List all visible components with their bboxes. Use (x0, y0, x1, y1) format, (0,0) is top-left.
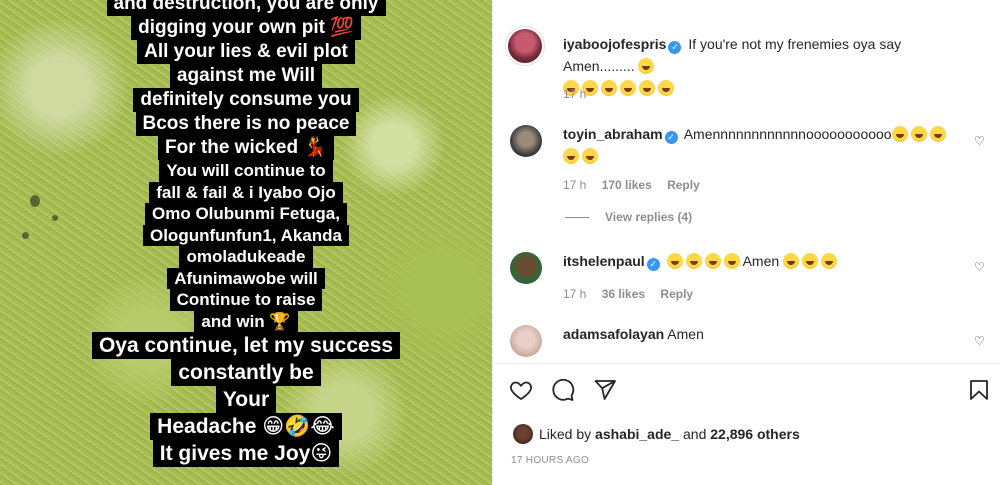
story-image: and destruction, you are only digging you… (0, 0, 492, 485)
story-text-line: It gives me Joy😜 (152, 440, 340, 467)
comment-meta: 17 h 36 likes Reply (563, 287, 705, 301)
grin-emoji (601, 80, 617, 96)
view-replies-button[interactable]: View replies (4) (565, 210, 692, 224)
squint-emoji (658, 80, 674, 96)
comment-text: Amen (667, 326, 704, 342)
story-text-line: Bcos there is no peace (135, 112, 357, 136)
likes-and: and (683, 426, 707, 442)
story-text-line: definitely consume you (133, 88, 359, 112)
like-comment-heart-icon[interactable]: ♡ (974, 135, 986, 147)
story-text-line: omoladukeade (179, 246, 313, 268)
comment-time: 17 h (563, 178, 587, 192)
story-text-line: Oya continue, let my success (91, 332, 401, 359)
comment-username[interactable]: toyin_abraham (563, 126, 663, 142)
comment-username[interactable]: adamsafolayan (563, 326, 664, 342)
comment-username[interactable]: itshelenpaul (563, 253, 645, 269)
author-avatar[interactable] (508, 29, 542, 63)
story-text-line: All your lies & evil plot (137, 40, 355, 64)
laughing-emoji (666, 253, 683, 269)
story-text-line: against me Will (169, 64, 323, 88)
comment-time: 17 h (563, 287, 587, 301)
grin-emoji (620, 80, 636, 96)
story-text-line: Headache 😁🤣😂 (150, 413, 342, 440)
story-text-line: constantly be (171, 359, 321, 386)
like-comment-heart-icon[interactable]: ♡ (974, 261, 986, 273)
heart-icon[interactable] (509, 378, 533, 402)
laughing-emoji (638, 58, 655, 74)
commenter-avatar[interactable] (510, 125, 542, 157)
squint-emoji (639, 80, 655, 96)
section-divider (493, 363, 1000, 364)
caption-timestamp: 17 h (563, 87, 587, 101)
commenter-avatar[interactable] (510, 252, 542, 284)
story-text-line: For the wicked 💃 (158, 136, 334, 160)
verified-icon: ✓ (668, 41, 682, 54)
comment-likes[interactable]: 36 likes (602, 287, 645, 301)
comment-icon[interactable] (551, 378, 575, 402)
comment-text: Amen (742, 253, 780, 269)
liker-avatar[interactable] (513, 424, 533, 444)
laughing-emoji (929, 126, 946, 142)
post-timestamp: 17 HOURS AGO (511, 455, 590, 466)
story-text-line: Omo Olubunmi Fetuga, (145, 203, 347, 225)
story-text-line: digging your own pit 💯 (131, 16, 361, 40)
story-text-overlay: and destruction, you are only digging you… (0, 0, 492, 467)
laughing-emoji (582, 148, 598, 164)
view-replies-label: View replies (4) (605, 210, 693, 224)
author-username[interactable]: iyaboojofespris (563, 36, 666, 52)
comment-text: Amennnnnnnnnnnnooooooooooo (683, 126, 892, 142)
likes-summary: Liked by ashabi_ade_ and 22,896 others (539, 424, 800, 444)
story-text-line: Afunimawobe will (167, 267, 325, 289)
laughing-emoji (723, 253, 740, 269)
comment-meta: 17 h 170 likes Reply (563, 178, 712, 192)
likes-prefix: Liked by (539, 426, 592, 442)
laughing-emoji (910, 126, 927, 142)
laughing-emoji (704, 253, 721, 269)
post-panel: iyaboojofespris ✓ If you're not my frenem… (492, 0, 1000, 485)
likes-others[interactable]: 22,896 others (710, 426, 800, 442)
laughing-emoji (783, 253, 800, 269)
story-text-line: fall & fail & i Iyabo Ojo (149, 181, 343, 203)
story-text-line: and destruction, you are only (106, 0, 386, 16)
laughing-emoji (685, 253, 702, 269)
laughing-emoji (821, 253, 838, 269)
verified-icon: ✓ (664, 131, 678, 144)
like-comment-heart-icon[interactable]: ♡ (974, 335, 986, 347)
post-caption: iyaboojofespris ✓ If you're not my frenem… (563, 33, 968, 99)
comment-toyin: toyin_abraham ✓ Amennnnnnnnnnnnoooooooooo… (563, 123, 968, 167)
comment-likes[interactable]: 170 likes (602, 178, 652, 192)
laughing-emoji (802, 253, 819, 269)
story-text-line: You will continue to (159, 160, 333, 182)
share-icon[interactable] (593, 378, 617, 402)
story-text-line: Your (215, 386, 277, 413)
replies-divider (565, 216, 589, 218)
caption-time: 17 h (563, 87, 598, 101)
story-text-line: and win 🏆 (194, 310, 298, 332)
verified-icon: ✓ (646, 258, 660, 271)
laughing-emoji (891, 126, 908, 142)
liker-username[interactable]: ashabi_ade_ (595, 426, 679, 442)
comment-adams: adamsafolayan Amen (563, 323, 968, 345)
bookmark-icon[interactable] (967, 378, 991, 402)
comment-helen: itshelenpaul ✓ Amen (563, 250, 968, 272)
laughing-emoji (563, 148, 579, 164)
story-text-line: Continue to raise (169, 289, 323, 311)
story-text-line: Ologunfunfun1, Akanda (142, 224, 350, 246)
commenter-avatar[interactable] (510, 325, 542, 357)
reply-button[interactable]: Reply (667, 178, 700, 192)
reply-button[interactable]: Reply (660, 287, 693, 301)
